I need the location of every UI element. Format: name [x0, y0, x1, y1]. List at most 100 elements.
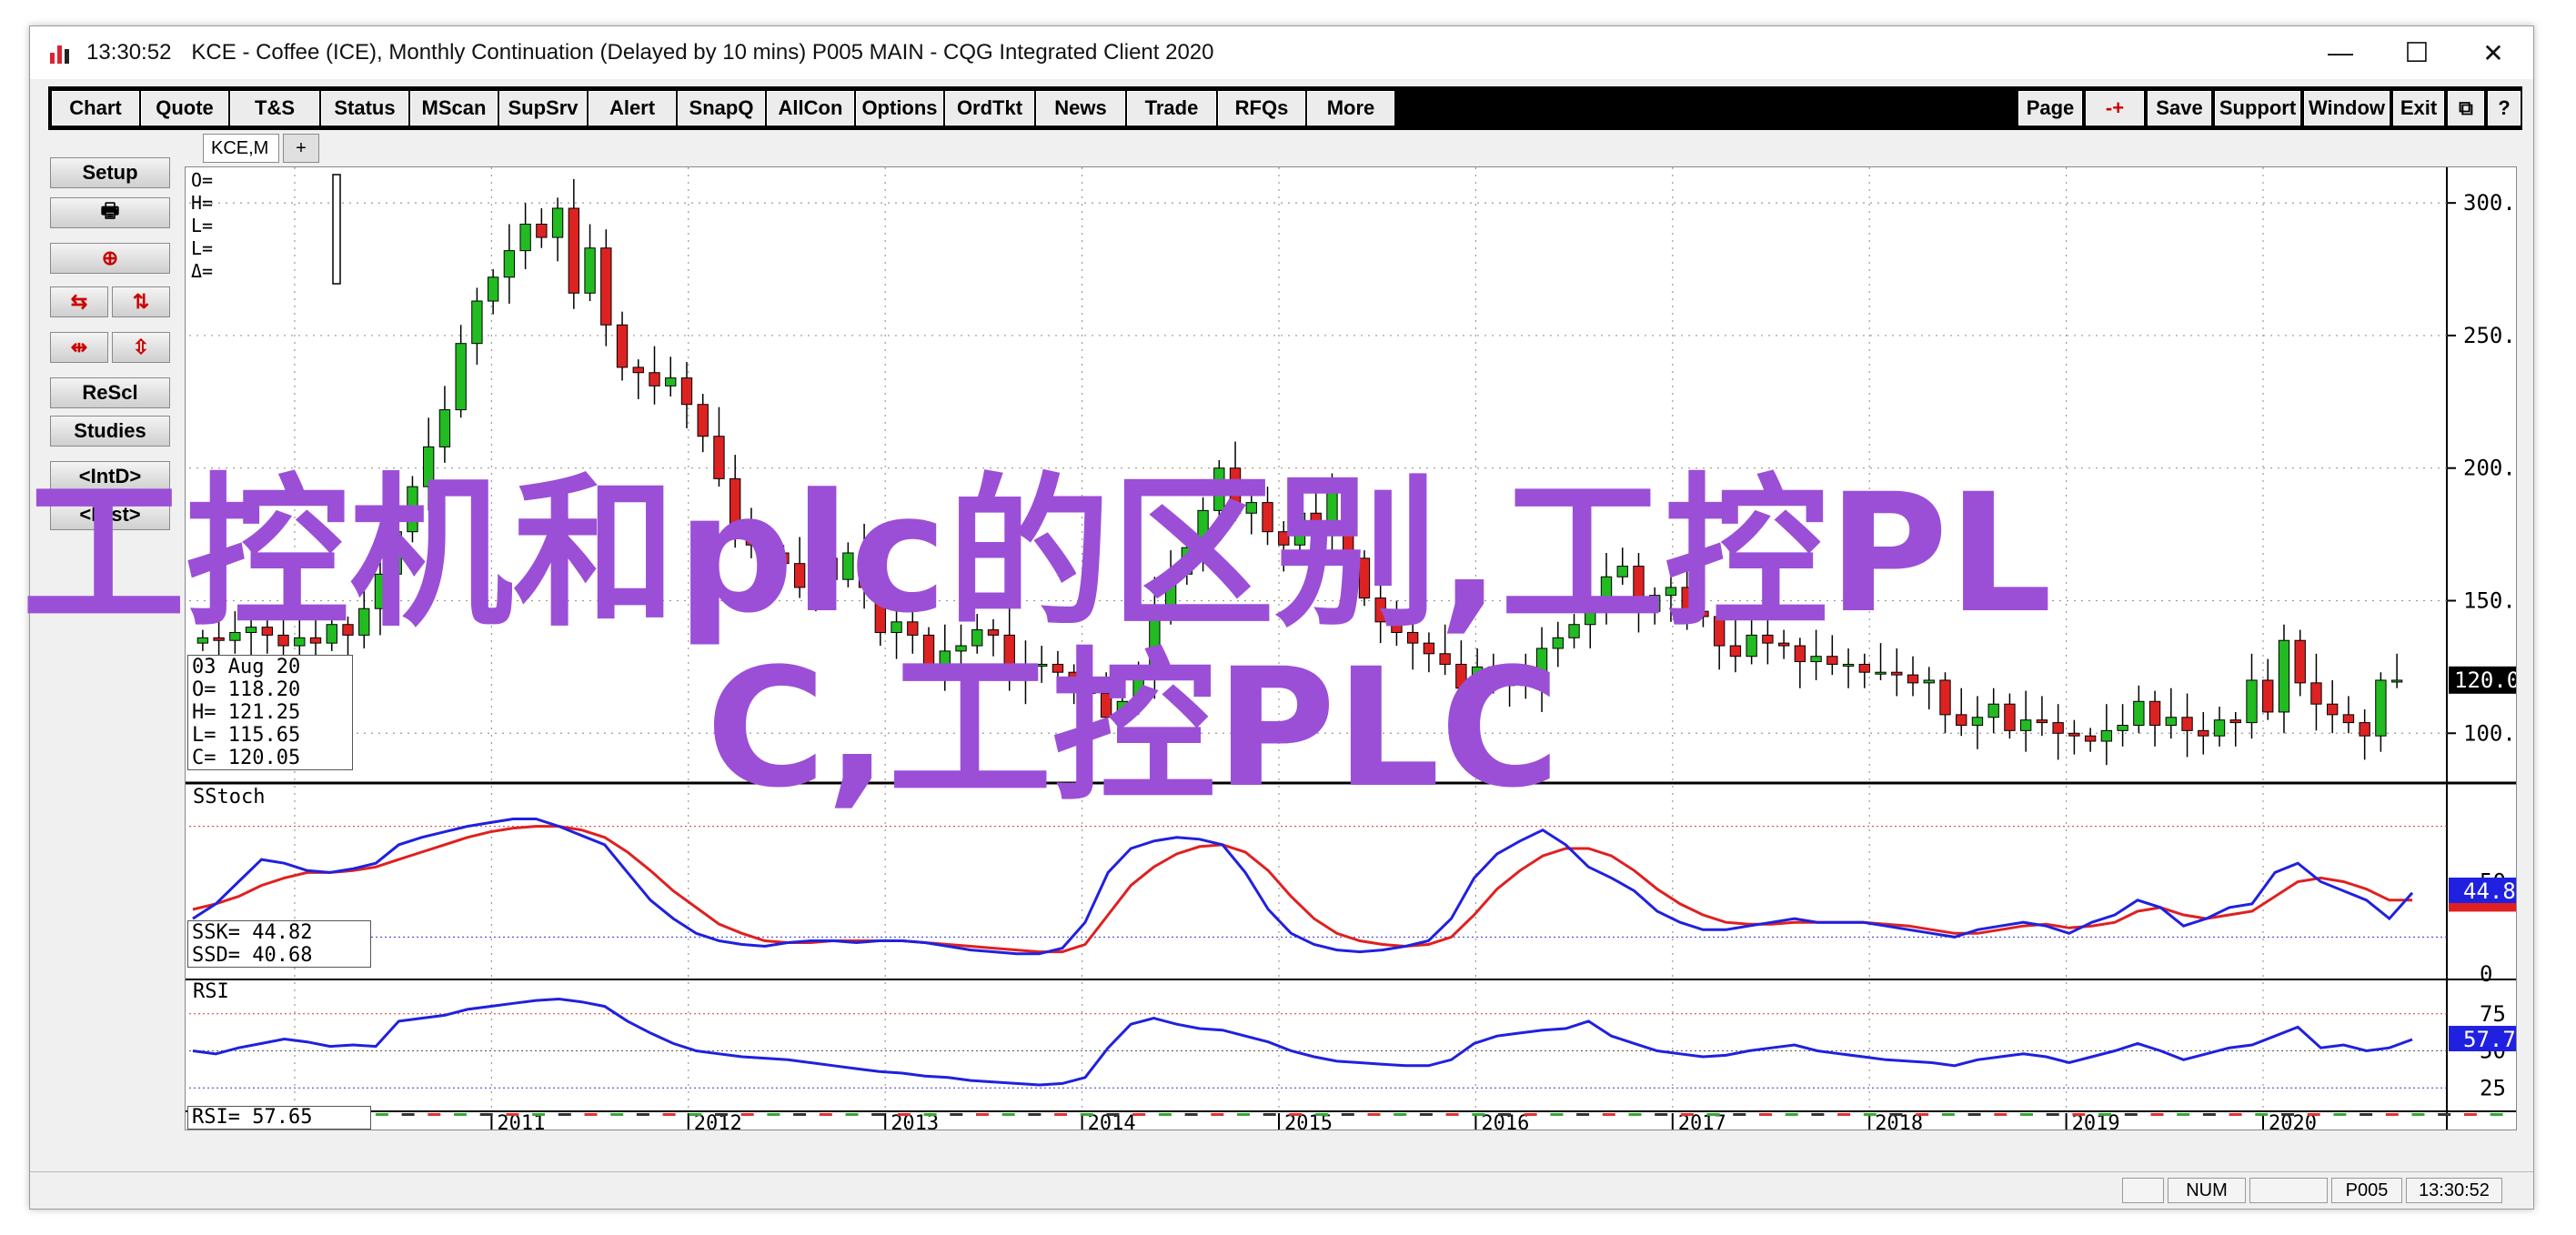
ohlc-header: O= H= L= L= Δ=: [191, 169, 213, 283]
candle-body: [2278, 639, 2290, 713]
time-axis-mark: [2072, 1113, 2086, 1116]
time-axis-mark: [1472, 1113, 1485, 1116]
time-axis-mark: [610, 1113, 624, 1116]
scroll-right-button[interactable]: ⇅: [112, 286, 170, 317]
menu-support[interactable]: Support: [2215, 91, 2300, 126]
time-axis-mark: [1576, 1113, 1590, 1116]
menu-more[interactable]: More: [1307, 91, 1394, 126]
title-time: 13:30:52: [86, 40, 172, 65]
tab-kce-m[interactable]: KCE,M: [203, 134, 279, 163]
time-axis-mark: [793, 1113, 807, 1116]
time-axis-mark: [689, 1113, 702, 1116]
menu-mscan[interactable]: MScan: [410, 91, 498, 126]
time-axis-mark: [1706, 1113, 1720, 1116]
menu-alert[interactable]: Alert: [589, 91, 676, 126]
time-axis-mark: [1602, 1113, 1615, 1116]
time-axis-mark: [1916, 1113, 1929, 1116]
zoom-h-button[interactable]: ⇹: [50, 332, 108, 363]
studies-button[interactable]: Studies: [50, 416, 170, 447]
print-button[interactable]: 🖶: [50, 197, 170, 228]
candle-body: [1875, 671, 1887, 675]
menu-allcon[interactable]: AllCon: [767, 91, 854, 126]
time-axis-mark: [715, 1113, 728, 1116]
menu-status[interactable]: Status: [321, 91, 408, 126]
rescale-button[interactable]: ReScl: [50, 377, 170, 408]
time-axis-mark: [636, 1113, 649, 1116]
ohlc-open-label: O=: [191, 169, 214, 191]
cursor-button[interactable]: ⊕: [50, 243, 170, 274]
candle-body: [697, 404, 709, 437]
time-axis-mark: [1394, 1113, 1407, 1116]
minimize-button[interactable]: —: [2302, 26, 2379, 79]
time-axis-mark: [740, 1113, 754, 1116]
time-axis-mark: [1001, 1113, 1015, 1116]
menu-trade[interactable]: Trade: [1127, 91, 1216, 126]
time-axis-mark: [2360, 1113, 2373, 1116]
zoom-v-button[interactable]: ⇳: [112, 332, 170, 363]
candle-body: [1956, 714, 1967, 727]
time-axis-mark: [1211, 1113, 1224, 1116]
time-axis-mark: [1889, 1113, 1903, 1116]
title-bar: 13:30:52 KCE - Coffee (ICE), Monthly Con…: [30, 26, 2533, 79]
menu-chart[interactable]: Chart: [52, 91, 139, 126]
candle-body: [1971, 717, 1984, 727]
menu-window[interactable]: Window: [2304, 91, 2390, 126]
cursor-date: 03 Aug 20: [192, 656, 301, 678]
stoch-label: SStoch: [193, 786, 266, 808]
menu-ts[interactable]: T&S: [230, 91, 319, 126]
menu-save[interactable]: Save: [2148, 91, 2211, 126]
ohlc-close-label: L=: [191, 237, 214, 259]
time-axis-mark: [1106, 1113, 1120, 1116]
time-axis-mark: [532, 1113, 546, 1116]
menu-options[interactable]: Options: [856, 91, 943, 126]
menu-bar: Chart Quote T&S Status MScan SupSrv Aler…: [48, 86, 2522, 130]
stoch-tick-label: 0: [2480, 961, 2492, 987]
menu-ordtkt[interactable]: OrdTkt: [945, 91, 1034, 126]
time-axis-mark: [1994, 1113, 2007, 1116]
candle-body: [1987, 703, 1999, 718]
menu-help[interactable]: ?: [2488, 91, 2521, 126]
candle-body: [438, 409, 451, 447]
ssd-value: SSD= 40.68: [192, 944, 313, 967]
time-axis-mark: [2385, 1113, 2399, 1116]
time-axis-mark: [1785, 1113, 1798, 1116]
maximize-button[interactable]: ☐: [2379, 26, 2455, 79]
overlay-title-line2: C,工控PLC: [706, 634, 1561, 824]
scroll-left-button[interactable]: ⇆: [50, 286, 108, 317]
candle-body: [1891, 671, 1903, 676]
time-axis-mark: [1315, 1113, 1329, 1116]
time-axis-mark: [375, 1113, 388, 1116]
price-tick-label: 300.00: [2463, 190, 2517, 216]
candle-body: [568, 207, 580, 294]
menu-rfqs[interactable]: RFQs: [1218, 91, 1305, 126]
candle-body: [1923, 679, 1935, 684]
candle-body: [600, 247, 612, 326]
time-axis-mark: [2516, 1113, 2517, 1116]
menu-snapq[interactable]: SnapQ: [678, 91, 765, 126]
menu-exit[interactable]: Exit: [2393, 91, 2444, 126]
candle-body: [680, 377, 693, 406]
menu-news[interactable]: News: [1036, 91, 1125, 126]
price-tick-label: 100.00: [2463, 720, 2517, 746]
menu-restore[interactable]: ⧉: [2448, 91, 2484, 126]
close-button[interactable]: ✕: [2455, 26, 2531, 79]
candle-body: [1842, 663, 1855, 667]
time-axis-mark: [2229, 1113, 2242, 1116]
setup-button[interactable]: Setup: [50, 157, 170, 188]
menu-supsrv[interactable]: SupSrv: [499, 91, 587, 126]
time-axis-mark: [1628, 1113, 1642, 1116]
time-axis-mark: [1967, 1113, 1981, 1116]
candle-body: [665, 377, 677, 387]
time-axis-mark: [1680, 1113, 1694, 1116]
menu-zoom[interactable]: -+: [2086, 91, 2144, 126]
printer-icon: 🖶: [100, 199, 120, 222]
add-tab-button[interactable]: +: [283, 134, 319, 163]
candle-body: [2004, 703, 2016, 731]
time-axis-mark: [2490, 1113, 2503, 1116]
time-axis-mark: [1811, 1113, 1825, 1116]
candle-body: [2229, 719, 2241, 724]
candle-body: [2036, 719, 2048, 724]
menu-page[interactable]: Page: [2018, 91, 2082, 126]
time-axis-mark: [2098, 1113, 2112, 1116]
menu-quote[interactable]: Quote: [141, 91, 228, 126]
